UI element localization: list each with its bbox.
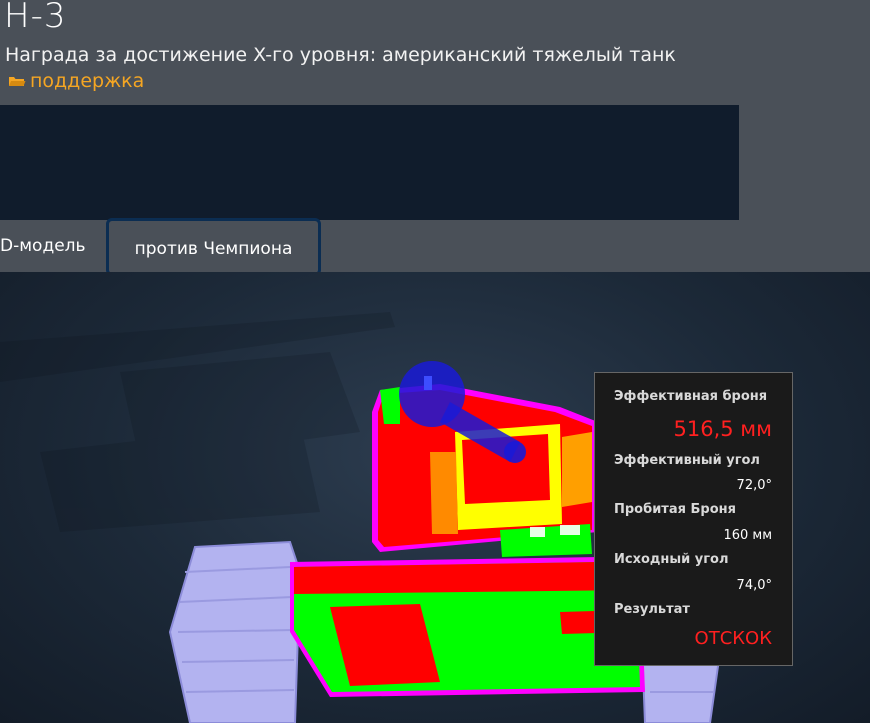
effective-armor-value: 516,5 мм bbox=[673, 417, 772, 441]
page-subtitle: Награда за достижение X-го уровня: амери… bbox=[5, 44, 676, 66]
view-tabs: D-модель против Чемпиона bbox=[0, 218, 870, 276]
result-value: ОТСКОК bbox=[694, 628, 772, 649]
embedded-panel bbox=[0, 105, 739, 220]
effective-angle-label: Эффективный угол bbox=[614, 453, 760, 468]
penetration-value: 160 мм bbox=[723, 528, 772, 543]
tab-3d-model[interactable]: D-модель bbox=[0, 220, 86, 272]
penetration-label: Пробитая Броня bbox=[614, 502, 736, 517]
result-label: Результат bbox=[614, 602, 690, 617]
support-link-label: поддержка bbox=[30, 70, 145, 92]
page-title: Н-3 bbox=[4, 0, 67, 36]
initial-angle-value: 74,0° bbox=[736, 578, 772, 593]
effective-armor-label: Эффективная броня bbox=[614, 389, 768, 404]
initial-angle-label: Исходный угол bbox=[614, 552, 729, 567]
tab-vs-champion[interactable]: против Чемпиона bbox=[106, 218, 321, 276]
folder-icon bbox=[8, 74, 26, 88]
armor-info-tooltip: Эффективная броня 516,5 мм Эффективный у… bbox=[594, 372, 793, 666]
page-header: Н-3 Награда за достижение X-го уровня: а… bbox=[0, 0, 870, 105]
support-link[interactable]: поддержка bbox=[8, 70, 144, 92]
effective-angle-value: 72,0° bbox=[736, 478, 772, 493]
